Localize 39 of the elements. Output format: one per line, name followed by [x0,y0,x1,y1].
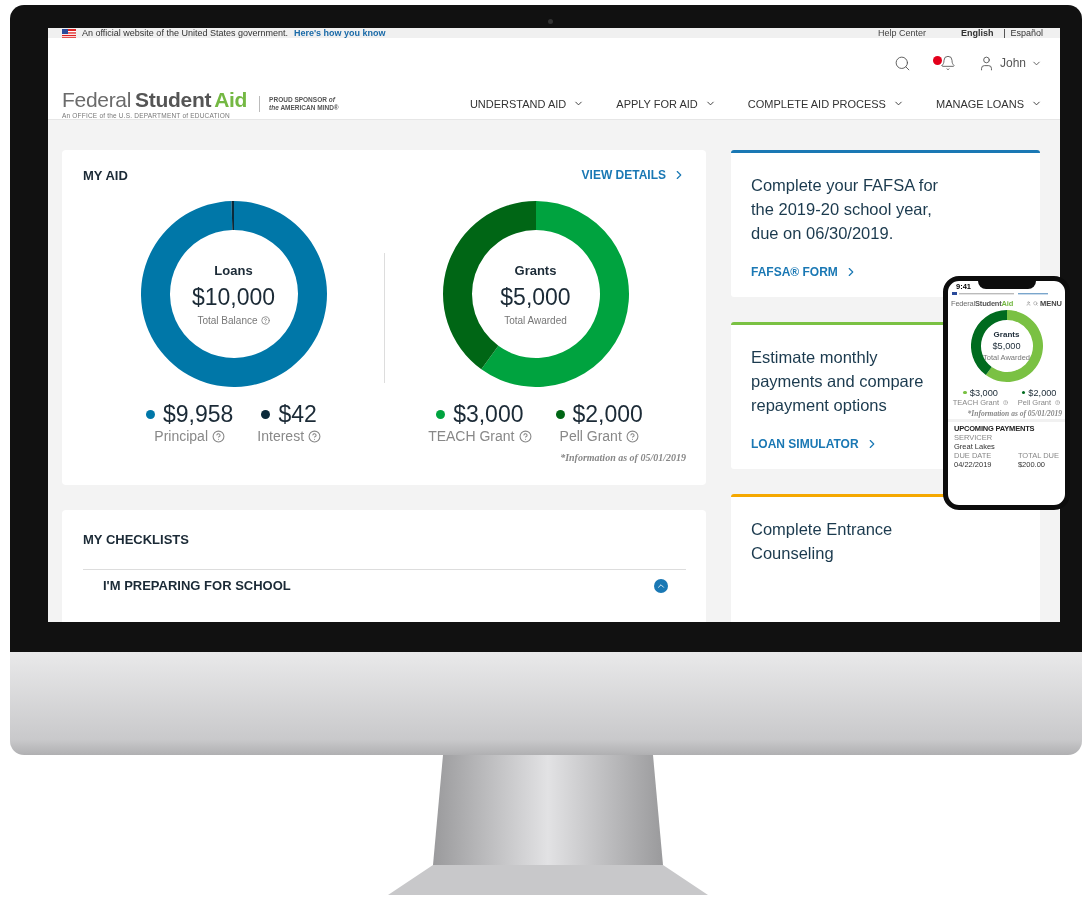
nav-menu-button[interactable]: APPLY FOR AID [616,97,716,110]
legend-amount: $2,000 [1028,387,1057,398]
promo-link[interactable]: LOAN SIMULATOR [751,437,879,451]
banner-link[interactable]: Here's how you know [293,28,386,38]
nav-menu-button[interactable]: UNDERSTAND AID [469,97,585,110]
chart-total: $5,000 [500,283,571,311]
chart-title: Grants [514,262,557,278]
legend-amount: $2,000 [572,401,643,428]
promo-title: Complete Entrance Counseling [751,519,894,564]
card-title: MY AID [83,168,128,183]
language-link[interactable]: English [955,28,999,38]
checklist-item[interactable]: I'M PREPARING FOR SCHOOL [83,578,686,593]
legend-amount: $3,000 [453,401,524,428]
chart-caption: Total Balance [197,314,258,326]
legend-amount: $9,958 [162,401,234,428]
help-link[interactable]: Help Center [877,28,926,38]
site-logo[interactable]: Federal StudentAid [62,88,251,112]
legend-label: Interest [257,428,305,444]
legend-amount: $3,000 [969,387,998,398]
chart-total: $10,000 [191,283,276,311]
legend-label: Pell Grant [559,428,622,444]
banner-text: An official website of the United States government. [82,28,288,38]
chart-title: Grants [993,330,1020,339]
language-link[interactable]: Español [1004,28,1048,38]
legend-label: Principal [154,428,208,444]
chart-total: $5,000 [992,341,1021,352]
legend-label: TEACH Grant [428,428,515,444]
promo-title: Complete your FAFSA for the 2019-20 school year, due on 06/30/2019. [751,175,940,244]
view-details-link[interactable]: VIEW DETAILS [581,168,686,182]
user-menu-button[interactable]: John [977,54,1042,72]
chart-caption: Total Awarded [504,314,567,326]
nav-menu-button[interactable]: COMPLETE AID PROCESS [747,97,904,110]
card-title: MY CHECKLISTS [83,532,190,547]
promo-link[interactable]: FAFSA® FORM [751,265,858,279]
legend-amount: $42 [278,401,317,428]
chart-title: Loans [214,262,253,278]
info-note: *Information as of 05/01/2019 [559,452,686,463]
nav-menu-button[interactable]: MANAGE LOANS [935,97,1042,110]
promo-title: Estimate monthly payments and compare repayment options [751,347,925,416]
